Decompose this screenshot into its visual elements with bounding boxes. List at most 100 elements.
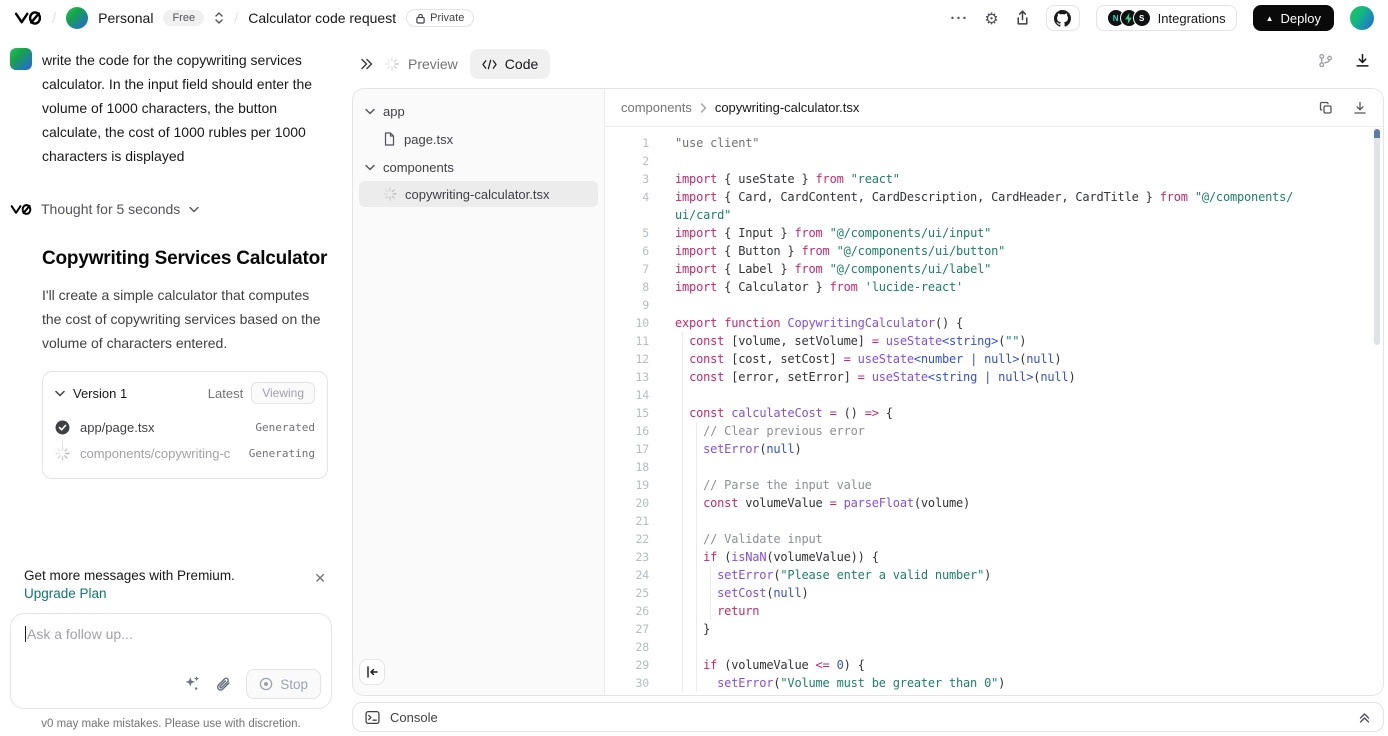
tree-item-copywriting-calculator.tsx[interactable]: copywriting-calculator.tsx	[359, 181, 598, 207]
code-line: 27 }	[605, 620, 1383, 638]
premium-banner: Get more messages with Premium. Upgrade …	[10, 568, 332, 613]
team-avatar[interactable]	[66, 7, 88, 29]
download-icon[interactable]	[1355, 53, 1370, 68]
code-line: 16 // Clear previous error	[605, 422, 1383, 440]
code-line: 24 setError("Please enter a valid number…	[605, 566, 1383, 584]
integrations-button[interactable]: N S Integrations	[1096, 5, 1237, 31]
expand-console-button[interactable]	[1358, 711, 1371, 723]
user-message: write the code for the copywriting servi…	[10, 48, 332, 168]
response-title: Copywriting Services Calculator	[42, 248, 332, 270]
tree-item-label: components	[383, 160, 454, 175]
code-line: 4import { Card, CardContent, CardDescrip…	[605, 188, 1383, 206]
chevron-down-icon[interactable]	[55, 390, 65, 397]
code-line: 28	[605, 638, 1383, 656]
attachment-icon[interactable]	[215, 676, 231, 692]
tree-item-page.tsx[interactable]: page.tsx	[353, 125, 604, 153]
workspace-header: Preview Code	[360, 49, 550, 79]
tab-code[interactable]: Code	[470, 49, 550, 79]
collapse-left-icon	[365, 665, 379, 679]
code-line: 13 const [error, setError] = useState<st…	[605, 368, 1383, 386]
upgrade-plan-link[interactable]: Upgrade Plan	[24, 586, 107, 601]
version-card: Version 1 Latest Viewing app/page.tsx Ge…	[42, 371, 328, 479]
vercel-triangle-icon: ▲	[1266, 14, 1274, 23]
breadcrumb-file: copywriting-calculator.tsx	[715, 100, 860, 115]
code-line: 20 const volumeValue = parseFloat(volume…	[605, 494, 1383, 512]
code-line: 5import { Input } from "@/components/ui/…	[605, 224, 1383, 242]
thought-row[interactable]: Thought for 5 seconds	[10, 201, 332, 217]
console-bar[interactable]: Console	[352, 702, 1384, 732]
user-message-text: write the code for the copywriting servi…	[42, 48, 324, 168]
stop-icon	[259, 677, 273, 691]
code-line: 9	[605, 296, 1383, 314]
close-icon: ✕	[314, 570, 326, 586]
breadcrumb-folder[interactable]: components	[621, 100, 692, 115]
latest-label: Latest	[208, 386, 243, 401]
code-line: 21	[605, 512, 1383, 530]
connector-line	[62, 440, 63, 450]
indent-guide	[682, 332, 683, 692]
generated-file-row[interactable]: app/page.tsx Generated	[55, 414, 315, 440]
code-line: 6import { Button } from "@/components/ui…	[605, 242, 1383, 260]
viewing-button[interactable]: Viewing	[251, 382, 315, 404]
file-name: components/copywriting-c	[80, 446, 230, 461]
tree-item-label: app	[383, 104, 405, 119]
settings-button[interactable]: ⚙	[984, 9, 998, 28]
tab-preview[interactable]: Preview	[385, 56, 458, 72]
indent-guide	[696, 422, 697, 692]
code-line: 2	[605, 152, 1383, 170]
chevron-right-icon	[700, 103, 707, 113]
collapse-tree-button[interactable]	[359, 659, 385, 685]
deploy-button[interactable]: ▲ Deploy	[1253, 5, 1334, 31]
integration-icons: N S	[1107, 9, 1151, 27]
lock-icon	[416, 13, 425, 24]
code-line: 11 const [volume, setVolume] = useState<…	[605, 332, 1383, 350]
user-avatar[interactable]	[1350, 6, 1374, 30]
scrollbar-thumb[interactable]	[1374, 129, 1380, 345]
code-line: 25 setCost(null)	[605, 584, 1383, 602]
share-icon	[1015, 10, 1030, 26]
file-icon	[383, 132, 396, 146]
github-button[interactable]	[1046, 5, 1080, 31]
ellipsis-icon: ···	[950, 10, 968, 27]
code-line: 8import { Calculator } from 'lucide-reac…	[605, 278, 1383, 296]
more-options-button[interactable]: ···	[950, 10, 968, 27]
download-icon[interactable]	[1353, 101, 1367, 115]
code-line: 23 if (isNaN(volumeValue)) {	[605, 548, 1383, 566]
check-circle-icon	[55, 420, 70, 435]
chevron-down-icon	[365, 164, 375, 171]
team-switcher-icon[interactable]	[214, 11, 224, 25]
code-line: 19 // Parse the input value	[605, 476, 1383, 494]
code-workspace-panel: app page.tsx components copywriting-calcula…	[352, 88, 1384, 696]
code-line: 7import { Label } from "@/components/ui/…	[605, 260, 1383, 278]
tree-item-components[interactable]: components	[353, 153, 604, 181]
team-name[interactable]: Personal	[98, 10, 153, 26]
collapse-chat-button[interactable]	[360, 58, 373, 70]
code-line: 17 setError(null)	[605, 440, 1383, 458]
spinner-icon	[383, 187, 397, 201]
copy-icon[interactable]	[1319, 101, 1333, 115]
text-cursor	[25, 626, 26, 642]
thought-label: Thought for 5 seconds	[41, 201, 180, 217]
privacy-badge[interactable]: Private	[406, 9, 474, 27]
fork-icon[interactable]	[1318, 53, 1333, 68]
file-tree: app page.tsx components copywriting-calcula…	[353, 89, 605, 695]
topbar: / Personal Free / Calculator code reques…	[0, 0, 1388, 36]
code-line: 30 setError("Volume must be greater than…	[605, 674, 1383, 692]
tree-item-app[interactable]: app	[353, 97, 604, 125]
stop-button[interactable]: Stop	[246, 669, 321, 699]
code-line: 12 const [cost, setCost] = useState<numb…	[605, 350, 1383, 368]
share-button[interactable]	[1015, 10, 1030, 26]
code-editor[interactable]: 1"use client"23import { useState } from …	[605, 127, 1383, 695]
workspace-header-actions	[1318, 53, 1370, 68]
generating-file-row[interactable]: components/copywriting-c Generating	[55, 440, 315, 466]
code-column: components copywriting-calculator.tsx 1"…	[605, 89, 1383, 695]
code-line: 1"use client"	[605, 134, 1383, 152]
breadcrumb-separator: /	[52, 10, 56, 27]
v0-logo[interactable]	[14, 10, 42, 26]
sparkles-icon[interactable]	[184, 676, 200, 692]
followup-composer[interactable]: Ask a follow up...	[10, 613, 332, 709]
code-breadcrumb: components copywriting-calculator.tsx	[605, 89, 1383, 127]
close-banner-button[interactable]: ✕	[314, 570, 326, 587]
project-title[interactable]: Calculator code request	[248, 10, 396, 26]
file-name: app/page.tsx	[80, 420, 154, 435]
